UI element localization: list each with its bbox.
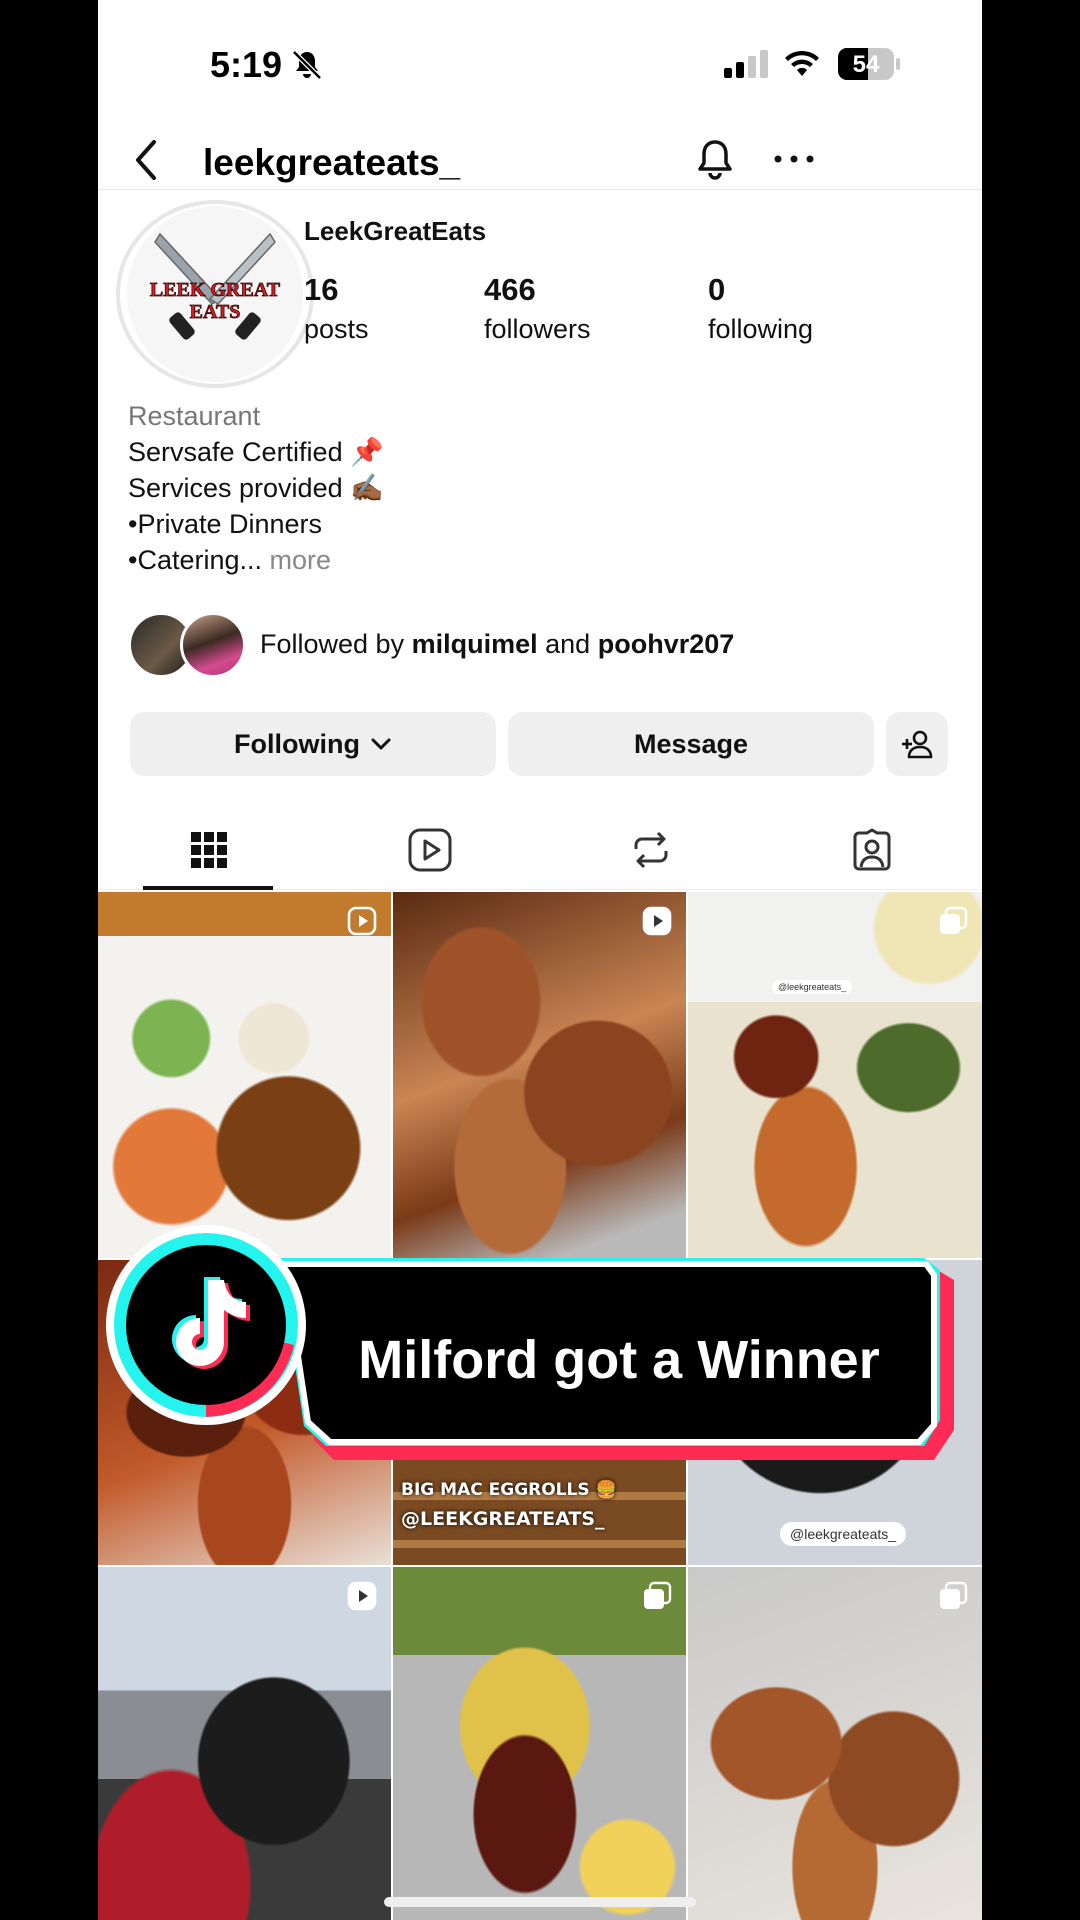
post-thumbnail[interactable] <box>98 892 391 1258</box>
chevron-down-icon <box>371 738 391 750</box>
carousel-badge-icon <box>940 1581 968 1609</box>
stat-followers[interactable]: 466 followers <box>484 272 591 345</box>
message-button[interactable]: Message <box>508 712 874 776</box>
more-options-icon[interactable] <box>772 150 816 168</box>
home-indicator[interactable] <box>384 1897 696 1907</box>
tab-posts-grid[interactable] <box>98 810 319 890</box>
follower-name[interactable]: poohvr207 <box>598 629 735 659</box>
stat-posts-label: posts <box>304 314 369 344</box>
suggested-users-button[interactable] <box>886 712 948 776</box>
post-caption-line: @LEEKGREATEATS_ <box>401 1508 605 1530</box>
overlay-caption: Milford got a Winner <box>358 1330 879 1390</box>
active-tab-indicator <box>143 886 273 890</box>
reel-badge-icon <box>347 906 377 936</box>
post-thumbnail[interactable]: @leekgreateats_ <box>688 892 982 1258</box>
back-chevron-icon[interactable] <box>128 136 162 184</box>
carousel-badge-icon <box>940 906 968 934</box>
tab-reels[interactable] <box>319 810 540 890</box>
stat-following-label: following <box>708 314 814 344</box>
profile-bio: Restaurant Servsafe Certified 📌 Services… <box>128 398 384 578</box>
knives-logo-icon: LEEK GREAT EATS <box>127 206 303 382</box>
tab-tagged[interactable] <box>761 810 982 890</box>
battery-icon: 54 <box>838 48 900 80</box>
post-thumbnail[interactable] <box>393 1567 686 1920</box>
bio-category: Restaurant <box>128 401 261 431</box>
stat-following[interactable]: 0 following <box>708 272 813 345</box>
cellular-signal-icon <box>724 50 768 78</box>
stat-followers-value: 466 <box>484 272 536 307</box>
followed-by-prefix: Followed by <box>260 629 405 659</box>
profile-avatar[interactable]: LEEK GREAT EATS <box>116 200 314 388</box>
wifi-icon <box>785 50 819 76</box>
add-person-icon <box>902 730 933 759</box>
tagged-icon <box>853 828 890 871</box>
followed-by-joiner: and <box>545 629 591 659</box>
status-time: 5:19 <box>210 44 283 85</box>
profile-tabs <box>98 810 982 890</box>
stat-following-value: 0 <box>708 272 726 307</box>
avatar-logo-text1: LEEK GREAT <box>150 279 281 301</box>
avatar-logo-text2: EATS <box>190 301 241 323</box>
reposts-icon <box>634 831 667 869</box>
followed-by-row[interactable]: Followed by milquimel and poohvr207 <box>128 612 928 678</box>
silent-bell-icon <box>292 50 322 80</box>
stat-posts-value: 16 <box>304 272 339 307</box>
grid-icon <box>190 832 227 868</box>
follower-avatar <box>180 612 246 678</box>
message-button-label: Message <box>633 728 749 759</box>
tab-reposts[interactable] <box>540 810 761 890</box>
stat-posts[interactable]: 16 posts <box>304 272 369 345</box>
post-watermark: @leekgreateats_ <box>780 1522 907 1546</box>
reel-badge-icon <box>347 1581 377 1611</box>
followed-by-text: Followed by milquimel and poohvr207 <box>260 629 734 660</box>
status-bar: 5:19 54 <box>98 0 982 130</box>
post-thumbnail[interactable] <box>688 1567 982 1920</box>
bio-line: •Catering... <box>128 545 263 575</box>
profile-username: leekgreateats_ <box>203 142 461 183</box>
post-thumbnail[interactable] <box>393 892 686 1258</box>
notification-bell-icon[interactable] <box>692 136 738 184</box>
stat-followers-label: followers <box>484 314 591 344</box>
battery-percent: 54 <box>852 51 880 78</box>
bio-line-last: •Catering... more <box>128 542 384 578</box>
profile-header: leekgreateats_ <box>98 130 982 190</box>
bio-line: Servsafe Certified 📌 <box>128 437 384 467</box>
following-button[interactable]: Following <box>130 712 496 776</box>
following-button-label: Following <box>234 728 360 759</box>
phone-screen: 5:19 54 leekgreateats_ LEEK GREAT EATS L… <box>98 0 982 1920</box>
carousel-badge-icon <box>644 1581 672 1609</box>
follower-name[interactable]: milquimel <box>412 629 538 659</box>
reel-badge-icon <box>642 906 672 936</box>
bio-line: •Private Dinners <box>128 509 323 539</box>
tiktok-overlay-banner: Milford got a Winner <box>106 1225 954 1460</box>
post-thumbnail[interactable] <box>98 1567 391 1920</box>
post-watermark: @leekgreateats_ <box>772 980 853 994</box>
display-name: LeekGreatEats <box>304 216 487 246</box>
reels-icon <box>408 828 451 872</box>
bio-more-link[interactable]: more <box>270 545 332 575</box>
bio-line: Services provided ✍🏾 <box>128 473 384 503</box>
